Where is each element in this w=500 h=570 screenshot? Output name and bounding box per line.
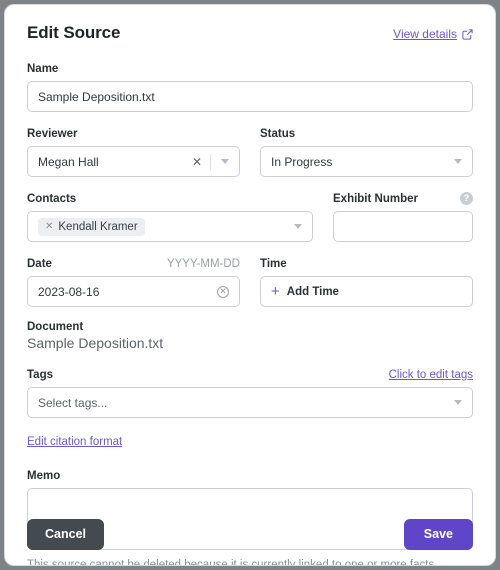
exhibit-label-row: Exhibit Number ? xyxy=(333,191,473,206)
page-title: Edit Source xyxy=(27,23,120,43)
reviewer-label-row: Reviewer xyxy=(27,126,240,141)
external-link-icon xyxy=(462,29,473,40)
dialog-footer: Cancel Save xyxy=(5,503,495,565)
name-input-value: Sample Deposition.txt xyxy=(38,90,462,104)
contact-chip-label: Kendall Kramer xyxy=(58,221,137,233)
status-label-row: Status xyxy=(260,126,473,141)
reviewer-select[interactable]: Megan Hall ✕ xyxy=(27,146,240,177)
tags-label: Tags xyxy=(27,369,53,381)
edit-citation-format-link[interactable]: Edit citation format xyxy=(27,436,122,448)
save-button[interactable]: Save xyxy=(404,519,473,550)
contacts-field: Contacts ✕ Kendall Kramer xyxy=(27,191,313,242)
dialog-body: Edit Source View details Name Sample Dep… xyxy=(5,5,495,566)
date-label-row: Date YYYY-MM-DD xyxy=(27,256,240,271)
name-label: Name xyxy=(27,63,58,75)
contacts-chip-wrap: ✕ Kendall Kramer xyxy=(38,218,286,236)
status-chevron-down-icon[interactable] xyxy=(454,159,462,164)
contacts-label-row: Contacts xyxy=(27,191,313,206)
time-label: Time xyxy=(260,258,287,270)
date-field: Date YYYY-MM-DD 2023-08-16 ✕ xyxy=(27,256,240,307)
time-label-row: Time xyxy=(260,256,473,271)
dialog-header: Edit Source View details xyxy=(27,23,473,43)
citation-format-row: Edit citation format xyxy=(27,432,473,450)
status-select[interactable]: In Progress xyxy=(260,146,473,177)
tags-placeholder: Select tags... xyxy=(38,396,446,410)
time-field: Time + Add Time xyxy=(260,256,473,307)
contact-chip[interactable]: ✕ Kendall Kramer xyxy=(38,218,145,236)
edit-source-dialog: Edit Source View details Name Sample Dep… xyxy=(4,4,496,566)
reviewer-field: Reviewer Megan Hall ✕ xyxy=(27,126,240,177)
date-value: 2023-08-16 xyxy=(38,285,217,299)
exhibit-number-label: Exhibit Number xyxy=(333,193,418,205)
memo-label: Memo xyxy=(27,470,60,482)
contacts-label: Contacts xyxy=(27,193,76,205)
tags-label-row: Tags Click to edit tags xyxy=(27,367,473,382)
reviewer-clear-icon[interactable]: ✕ xyxy=(190,156,208,168)
edit-tags-link[interactable]: Click to edit tags xyxy=(389,369,473,381)
cancel-button[interactable]: Cancel xyxy=(27,519,104,550)
reviewer-label: Reviewer xyxy=(27,128,78,140)
date-clear-circle-icon[interactable]: ✕ xyxy=(217,286,229,298)
tags-chevron-down-icon[interactable] xyxy=(454,400,462,405)
date-format-hint: YYYY-MM-DD xyxy=(167,258,240,270)
date-input[interactable]: 2023-08-16 ✕ xyxy=(27,276,240,307)
reviewer-chevron-down-icon[interactable] xyxy=(221,159,229,164)
help-circle-icon[interactable]: ? xyxy=(460,192,473,205)
name-field: Name Sample Deposition.txt xyxy=(27,61,473,112)
exhibit-number-field: Exhibit Number ? xyxy=(333,191,473,242)
date-time-row: Date YYYY-MM-DD 2023-08-16 ✕ Time + Add … xyxy=(27,256,473,307)
status-value: In Progress xyxy=(271,155,446,169)
document-field: Document Sample Deposition.txt xyxy=(27,321,473,351)
plus-icon: + xyxy=(271,284,280,299)
document-label: Document xyxy=(27,321,473,333)
tags-field: Tags Click to edit tags Select tags... xyxy=(27,367,473,418)
tags-select[interactable]: Select tags... xyxy=(27,387,473,418)
reviewer-value: Megan Hall xyxy=(38,155,190,169)
name-label-row: Name xyxy=(27,61,473,76)
reviewer-divider xyxy=(210,154,211,170)
view-details-label: View details xyxy=(393,27,457,41)
contacts-chevron-down-icon[interactable] xyxy=(294,224,302,229)
add-time-label: Add Time xyxy=(287,286,339,298)
contacts-exhibit-row: Contacts ✕ Kendall Kramer Exhibit Number… xyxy=(27,191,473,242)
contacts-select[interactable]: ✕ Kendall Kramer xyxy=(27,211,313,242)
name-input[interactable]: Sample Deposition.txt xyxy=(27,81,473,112)
date-label: Date xyxy=(27,258,52,270)
reviewer-status-row: Reviewer Megan Hall ✕ Status In Progress xyxy=(27,126,473,177)
status-field: Status In Progress xyxy=(260,126,473,177)
document-value: Sample Deposition.txt xyxy=(27,335,473,351)
view-details-link[interactable]: View details xyxy=(393,27,473,41)
memo-label-row: Memo xyxy=(27,468,473,483)
exhibit-number-input[interactable] xyxy=(333,211,473,242)
status-label: Status xyxy=(260,128,295,140)
contact-chip-remove-icon[interactable]: ✕ xyxy=(45,222,53,232)
add-time-button[interactable]: + Add Time xyxy=(260,276,473,307)
